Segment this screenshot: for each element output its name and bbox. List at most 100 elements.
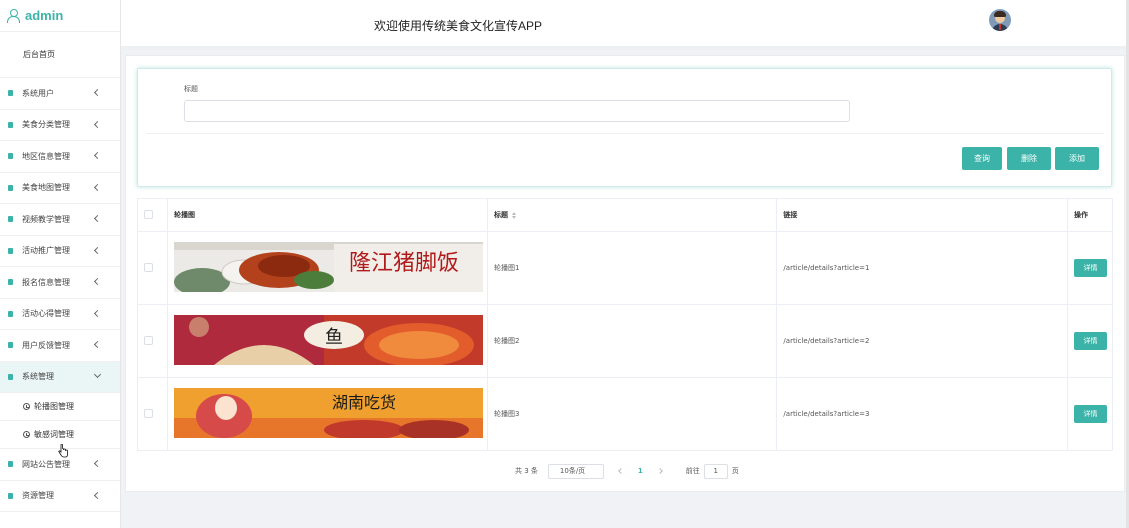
chevron-left-icon: [93, 120, 102, 128]
delete-button[interactable]: 删除: [1007, 147, 1051, 170]
sidebar-subitem-label: 敏感词管理: [34, 430, 74, 439]
chevron-down-icon: [93, 370, 102, 378]
sidebar-item-label: 资源管理: [22, 491, 54, 501]
sidebar-item-label: 活动推广管理: [22, 246, 70, 256]
row-link: /article/details?article=2: [776, 304, 1068, 378]
pagination: 共 3 条 10条/页 1 前往 1 页: [515, 463, 739, 479]
sidebar-item-video-teaching[interactable]: 视频教学管理: [0, 204, 120, 236]
column-header-link: 链接: [776, 198, 1068, 232]
page-unit-label: 页: [731, 467, 739, 475]
chevron-left-icon: [93, 152, 102, 160]
menu-icon: [8, 121, 13, 128]
row-checkbox[interactable]: [144, 408, 153, 418]
avatar[interactable]: [989, 9, 1011, 31]
query-button[interactable]: 查询: [962, 147, 1002, 170]
sidebar-item-resources[interactable]: 资源管理: [0, 481, 120, 512]
hand-cursor-icon: [58, 444, 68, 458]
brand: admin: [0, 0, 120, 32]
menu-icon: [8, 279, 13, 286]
sidebar-item-label: 网站公告管理: [22, 459, 70, 469]
chevron-left-icon: [93, 341, 102, 349]
chevron-left-icon: [93, 309, 102, 317]
menu-icon: [8, 90, 13, 97]
detail-button[interactable]: 详情: [1073, 259, 1107, 277]
sidebar-item-system-users[interactable]: 系统用户: [0, 78, 120, 110]
sort-icon[interactable]: [511, 211, 516, 219]
sidebar-item-label: 视频教学管理: [22, 214, 70, 224]
prev-page-icon[interactable]: [618, 468, 624, 474]
clock-icon: [23, 403, 30, 410]
user-icon: [7, 9, 20, 23]
menu-icon: [8, 184, 13, 191]
table-row: 湖南吃货 轮播图3 /article/details?article=3 详情: [137, 377, 1114, 451]
chevron-left-icon: [93, 246, 102, 254]
pagination-total: 共 3 条: [515, 467, 538, 475]
sidebar-item-system-management[interactable]: 系统管理: [0, 361, 120, 393]
chevron-left-icon: [93, 89, 102, 97]
sidebar-item-label: 地区信息管理: [22, 151, 70, 161]
sidebar-item-label: 美食分类管理: [22, 120, 70, 130]
menu-icon: [8, 342, 13, 349]
menu-icon: [8, 216, 13, 223]
row-checkbox[interactable]: [144, 335, 153, 345]
banner-image: 隆江猪脚饭: [173, 242, 483, 296]
add-button[interactable]: 添加: [1055, 147, 1099, 170]
chevron-left-icon: [93, 278, 102, 286]
search-input[interactable]: [184, 100, 850, 122]
top-header: 欢迎使用传统美食文化宣传APP: [121, 0, 1129, 50]
search-label: 标题: [184, 85, 198, 93]
detail-button[interactable]: 详情: [1073, 332, 1107, 350]
chevron-left-icon: [93, 491, 102, 499]
sidebar-item-label: 用户反馈管理: [22, 340, 70, 350]
svg-text:隆江猪脚饭: 隆江猪脚饭: [349, 251, 459, 276]
sidebar-item-food-category[interactable]: 美食分类管理: [0, 110, 120, 141]
menu-icon: [8, 153, 13, 160]
brand-name: admin: [25, 8, 64, 23]
sidebar-item-label: 美食地图管理: [22, 183, 70, 193]
select-all-checkbox[interactable]: [144, 209, 153, 219]
svg-text:湖南吃货: 湖南吃货: [332, 393, 396, 412]
sidebar-item-region-info[interactable]: 地区信息管理: [0, 141, 120, 173]
sidebar: admin 后台首页 系统用户 美食分类管理 地区信息管理 美食地图管理 视频教…: [0, 0, 121, 528]
menu-icon: [8, 492, 13, 499]
sidebar-item-activity-promo[interactable]: 活动推广管理: [0, 236, 120, 267]
sidebar-item-label: 报名信息管理: [22, 277, 70, 287]
sidebar-item-activity-notes[interactable]: 活动心得管理: [0, 299, 120, 330]
banner-image: 鱼: [173, 315, 483, 367]
next-page-icon[interactable]: [656, 468, 663, 474]
select-all-cell: [137, 198, 168, 232]
row-link: /article/details?article=3: [776, 377, 1068, 451]
row-link: /article/details?article=1: [776, 231, 1068, 305]
page-size-select[interactable]: 10条/页: [547, 463, 604, 479]
detail-button[interactable]: 详情: [1073, 405, 1107, 423]
divider: [146, 133, 1104, 134]
column-header-title[interactable]: 标题: [486, 198, 778, 232]
row-title: 轮播图1: [486, 231, 778, 305]
chevron-left-icon: [93, 215, 102, 223]
sidebar-item-label: 系统用户: [22, 88, 54, 98]
table-header-row: 轮播图 标题 链接 操作: [137, 198, 1114, 232]
column-header-banner: 轮播图: [166, 198, 488, 232]
sidebar-item-signup-info[interactable]: 报名信息管理: [0, 267, 120, 299]
page-title: 欢迎使用传统美食文化宣传APP: [374, 19, 543, 33]
row-title: 轮播图3: [486, 377, 778, 451]
table-row: 隆江猪脚饭 轮播图1 /article/details?article=1 详情: [137, 231, 1114, 305]
sidebar-item-user-feedback[interactable]: 用户反馈管理: [0, 330, 120, 362]
goto-page-input[interactable]: 1: [703, 463, 728, 479]
sidebar-item-label: 系统管理: [22, 372, 54, 382]
clock-icon: [23, 431, 30, 438]
chevron-left-icon: [93, 460, 102, 468]
chevron-left-icon: [93, 183, 102, 191]
sidebar-item-home[interactable]: 后台首页: [0, 32, 120, 78]
row-checkbox[interactable]: [144, 262, 153, 272]
svg-text:鱼: 鱼: [325, 327, 343, 348]
banner-image: 湖南吃货: [173, 388, 483, 440]
sidebar-item-food-map[interactable]: 美食地图管理: [0, 173, 120, 204]
sidebar-subitem-label: 轮播图管理: [34, 402, 74, 411]
row-title: 轮播图2: [486, 304, 778, 378]
sidebar-item-label: 活动心得管理: [22, 309, 70, 319]
current-page[interactable]: 1: [638, 467, 643, 475]
menu-icon: [8, 373, 13, 380]
sidebar-subitem-carousel[interactable]: 轮播图管理: [0, 393, 120, 421]
search-card: 标题 查询 删除 添加: [137, 68, 1112, 187]
